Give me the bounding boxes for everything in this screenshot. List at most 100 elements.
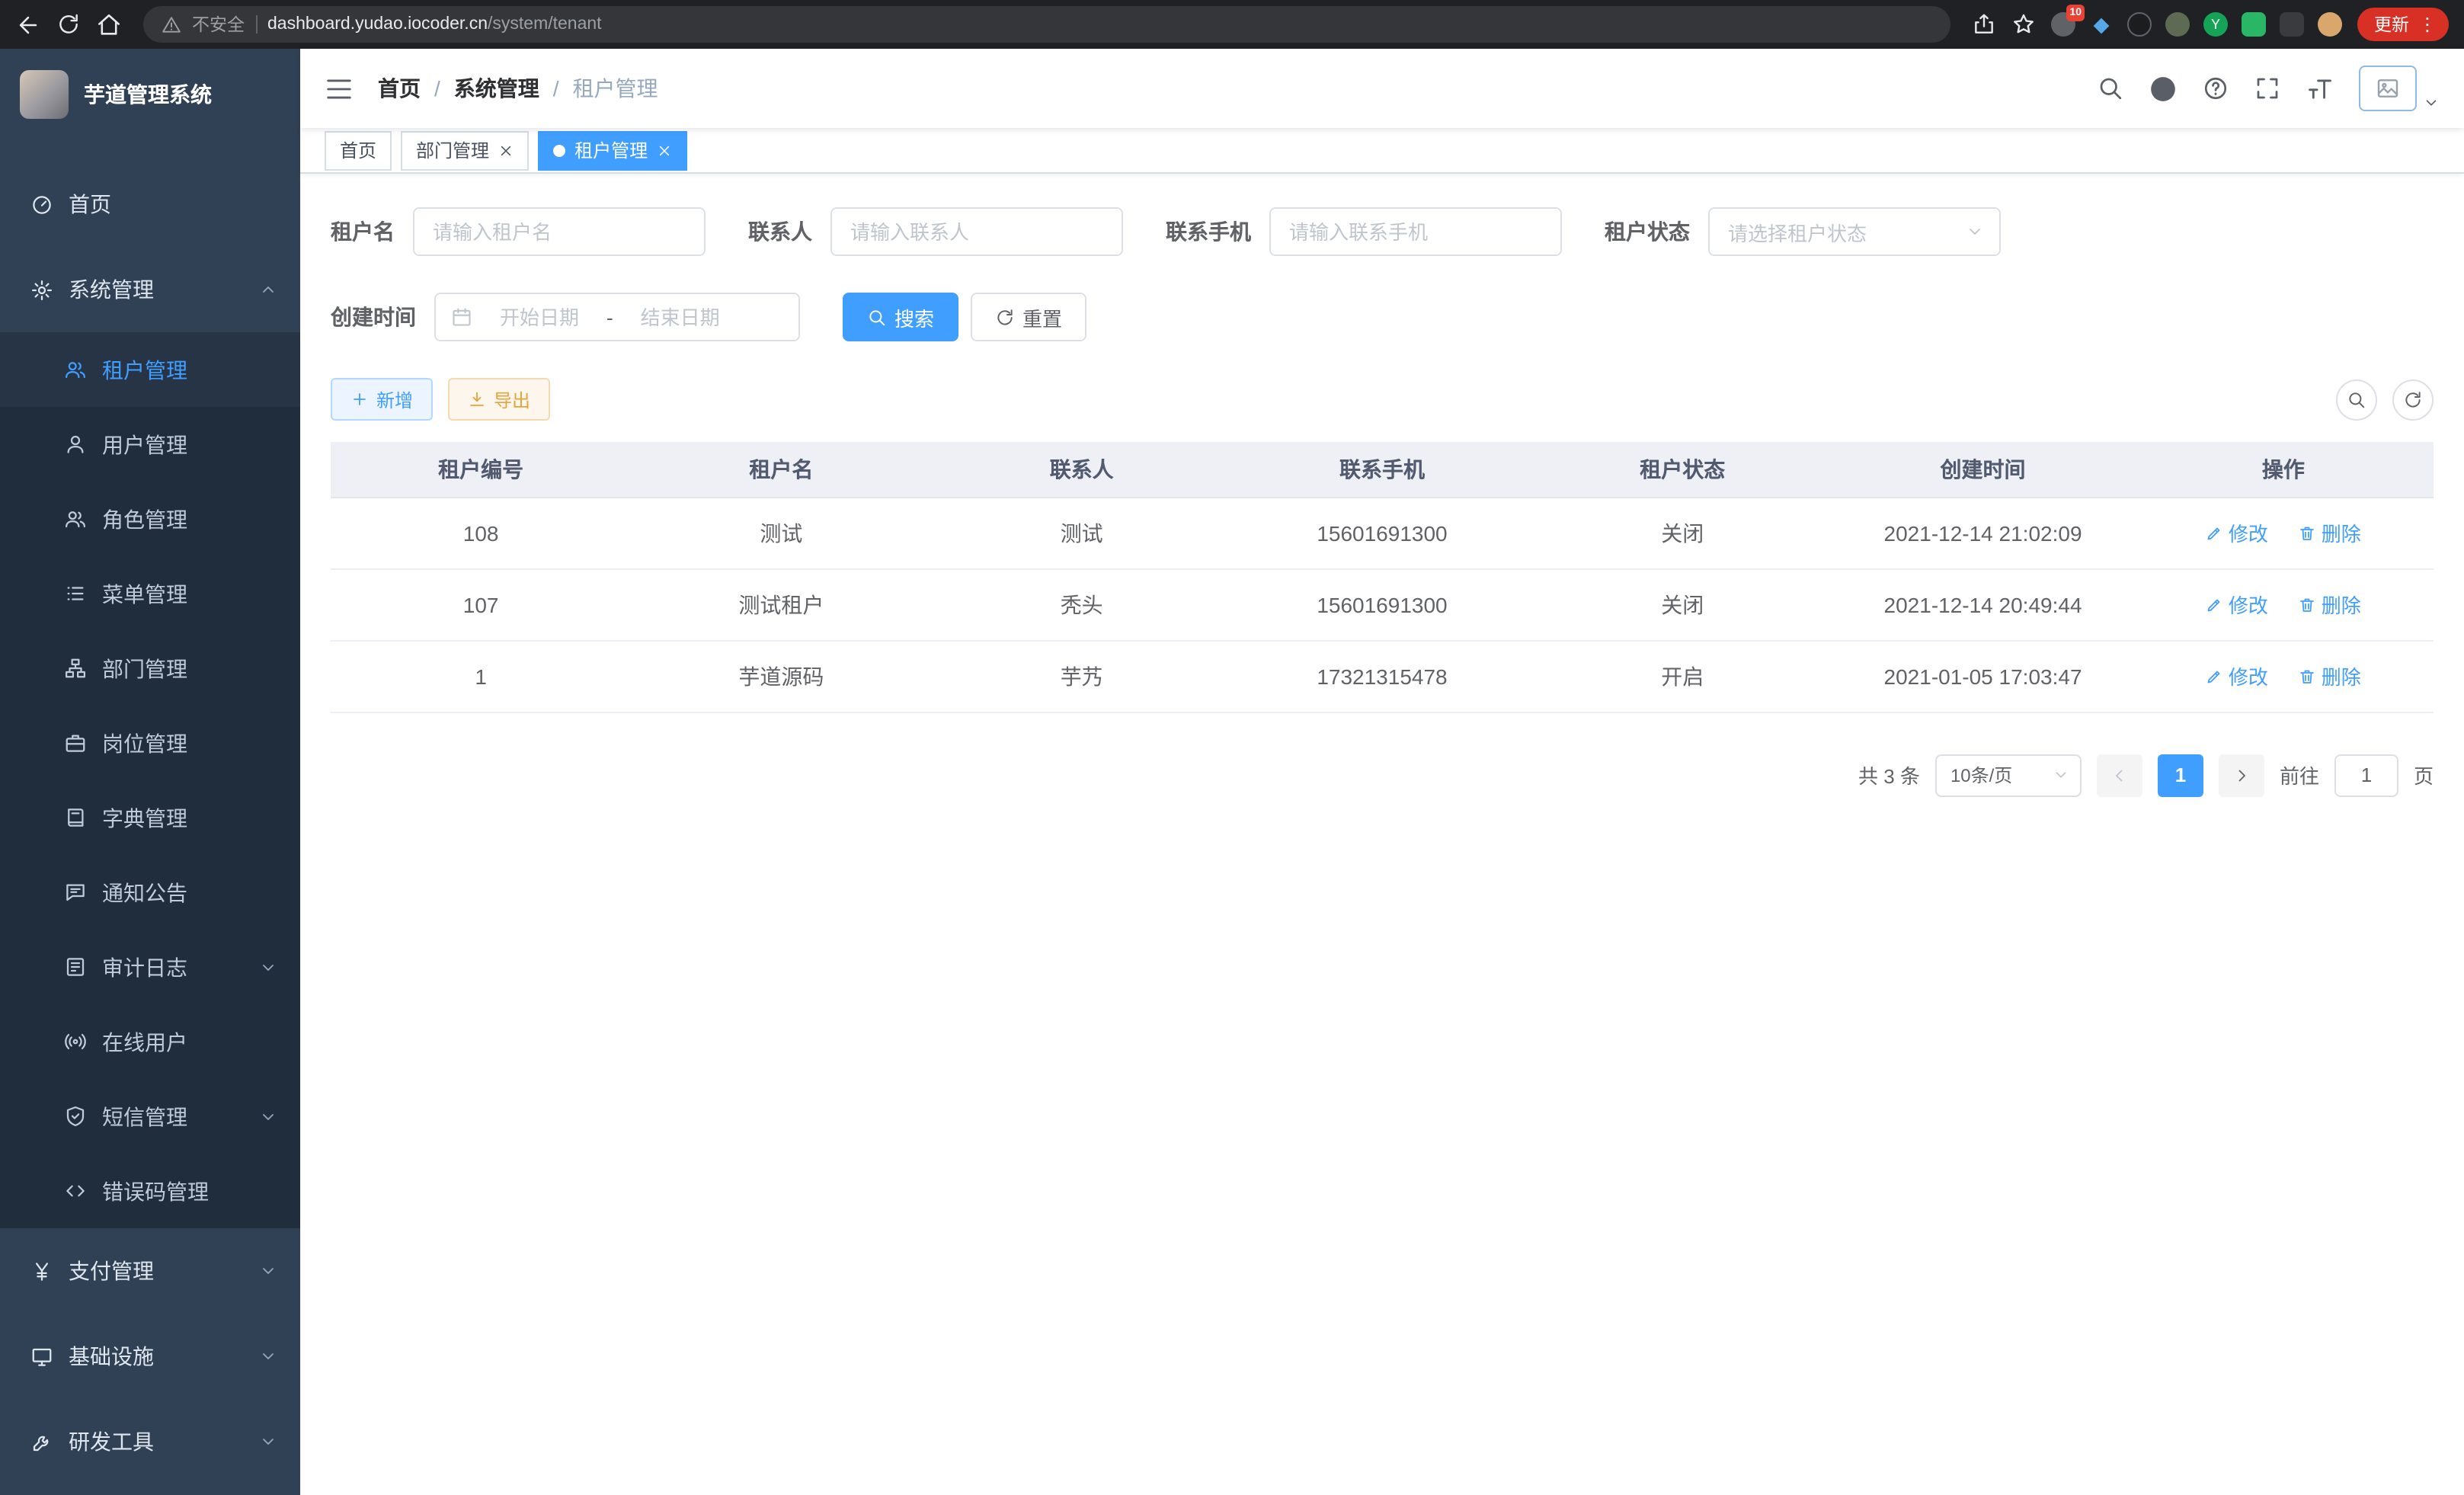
breadcrumb-system[interactable]: 系统管理 (454, 73, 539, 104)
goto-page-input[interactable] (2334, 754, 2398, 796)
cell-tenant-name: 测试租户 (631, 568, 931, 640)
edit-button[interactable]: 修改 (2206, 590, 2268, 619)
tab-tenant-management[interactable]: 租户管理 (538, 130, 687, 170)
fullscreen-icon[interactable] (2254, 75, 2281, 102)
refresh-table-button[interactable] (2392, 379, 2434, 420)
column-header-create-time[interactable]: 创建时间 (1832, 442, 2133, 497)
column-header-id[interactable]: 租户编号 (331, 442, 631, 497)
font-size-icon[interactable] (2306, 74, 2334, 103)
column-header-mobile[interactable]: 联系手机 (1232, 442, 1532, 497)
cell-status: 关闭 (1532, 497, 1832, 568)
extensions-row: 10 Y (2051, 12, 2342, 37)
sidebar-item-audit-log[interactable]: 审计日志 (0, 930, 300, 1004)
extension-icon[interactable] (2127, 12, 2152, 37)
avatar-extension-icon[interactable] (2318, 12, 2342, 37)
add-button-label: 新增 (376, 386, 413, 412)
tab-close-icon[interactable] (657, 142, 672, 158)
search-icon (867, 307, 887, 327)
cell-actions: 修改 删除 (2133, 568, 2434, 640)
browser-toolbar: 不安全 dashboard.yudao.iocoder.cn/system/te… (0, 0, 2464, 49)
browser-update-button[interactable]: 更新 ⋮ (2357, 8, 2449, 41)
sidebar-item-dict-management[interactable]: 字典管理 (0, 780, 300, 855)
cell-contact: 测试 (932, 497, 1232, 568)
help-icon[interactable] (2202, 75, 2229, 102)
page-size-select[interactable]: 10条/页 (1935, 754, 2082, 796)
dashboard-icon (30, 193, 53, 216)
page-number-button[interactable]: 1 (2158, 754, 2203, 796)
sidebar-item-system-management[interactable]: 系统管理 (0, 247, 300, 332)
delete-button[interactable]: 删除 (2299, 518, 2361, 547)
address-bar[interactable]: 不安全 dashboard.yudao.iocoder.cn/system/te… (143, 6, 1950, 43)
prev-page-button[interactable] (2097, 754, 2142, 796)
sidebar-item-menu-management[interactable]: 菜单管理 (0, 556, 300, 631)
next-page-button[interactable] (2219, 754, 2264, 796)
sidebar-item-label: 首页 (69, 189, 277, 219)
toggle-search-button[interactable] (2336, 379, 2377, 420)
sidebar-item-payment-management[interactable]: 支付管理 (0, 1228, 300, 1314)
browser-reload-icon[interactable] (56, 12, 81, 37)
sidebar-item-user-management[interactable]: 用户管理 (0, 407, 300, 482)
puzzle-extension-icon[interactable] (2280, 12, 2304, 37)
delete-button[interactable]: 删除 (2299, 590, 2361, 619)
github-icon[interactable] (2149, 74, 2178, 103)
contact-input[interactable] (830, 207, 1123, 256)
sidebar-item-infrastructure[interactable]: 基础设施 (0, 1314, 300, 1399)
collapse-sidebar-icon[interactable] (325, 74, 354, 103)
extension-icon[interactable]: 10 (2051, 12, 2075, 37)
tab-home[interactable]: 首页 (325, 130, 392, 170)
create-time-range-picker[interactable]: - (434, 293, 800, 341)
edit-icon (2206, 667, 2224, 685)
plus-icon (350, 390, 369, 408)
column-header-contact[interactable]: 联系人 (932, 442, 1232, 497)
shield-icon (64, 1105, 87, 1128)
tab-close-icon[interactable] (498, 142, 514, 158)
chevron-down-icon (259, 958, 277, 976)
search-button[interactable]: 搜索 (843, 293, 958, 341)
column-header-name[interactable]: 租户名 (631, 442, 931, 497)
sidebar-item-role-management[interactable]: 角色管理 (0, 482, 300, 556)
browser-home-icon[interactable] (96, 11, 122, 37)
tenant-name-input[interactable] (413, 207, 706, 256)
tags-view-bar: 首页 部门管理 租户管理 (300, 128, 2464, 174)
total-count: 共 3 条 (1858, 760, 1920, 789)
export-button[interactable]: 导出 (448, 378, 550, 421)
edit-button[interactable]: 修改 (2206, 518, 2268, 547)
browser-menu-icon[interactable]: ⋮ (2414, 15, 2441, 34)
share-icon[interactable] (1972, 12, 1996, 37)
mobile-input[interactable] (1269, 207, 1562, 256)
cell-mobile: 17321315478 (1232, 640, 1532, 712)
extension-icon[interactable] (2242, 12, 2266, 37)
users-icon (64, 507, 87, 530)
sidebar-item-home[interactable]: 首页 (0, 162, 300, 247)
browser-back-icon[interactable] (15, 11, 41, 37)
delete-button[interactable]: 删除 (2299, 661, 2361, 690)
extension-icon[interactable] (2165, 12, 2190, 37)
breadcrumb-home[interactable]: 首页 (378, 73, 421, 104)
bookmark-star-icon[interactable] (2011, 12, 2036, 37)
sidebar-item-error-code[interactable]: 错误码管理 (0, 1154, 300, 1228)
chevron-down-icon (2053, 767, 2069, 783)
start-date-input[interactable] (482, 306, 597, 328)
sidebar-item-online-users[interactable]: 在线用户 (0, 1004, 300, 1079)
header-search-icon[interactable] (2097, 75, 2124, 102)
cell-create-time: 2021-12-14 21:02:09 (1832, 497, 2133, 568)
column-header-status[interactable]: 租户状态 (1532, 442, 1832, 497)
tenant-status-select[interactable]: 请选择租户状态 (1708, 207, 2001, 256)
sidebar-item-tenant-management[interactable]: 租户管理 (0, 332, 300, 407)
extension-icon[interactable] (2089, 12, 2114, 37)
extension-icon[interactable]: Y (2203, 12, 2228, 37)
sidebar-item-dev-tools[interactable]: 研发工具 (0, 1399, 300, 1484)
tab-label: 首页 (340, 137, 376, 163)
end-date-input[interactable] (622, 306, 738, 328)
add-button[interactable]: 新增 (331, 378, 433, 421)
edit-button[interactable]: 修改 (2206, 661, 2268, 690)
cell-status: 关闭 (1532, 568, 1832, 640)
sidebar-item-notice[interactable]: 通知公告 (0, 855, 300, 930)
tab-dept-management[interactable]: 部门管理 (401, 130, 529, 170)
user-avatar-menu[interactable] (2359, 66, 2440, 111)
reset-button[interactable]: 重置 (971, 293, 1086, 341)
sidebar-item-post-management[interactable]: 岗位管理 (0, 706, 300, 780)
sidebar-item-dept-management[interactable]: 部门管理 (0, 631, 300, 706)
sidebar-item-sms-management[interactable]: 短信管理 (0, 1079, 300, 1154)
app-logo[interactable]: 芋道管理系统 (0, 49, 300, 140)
